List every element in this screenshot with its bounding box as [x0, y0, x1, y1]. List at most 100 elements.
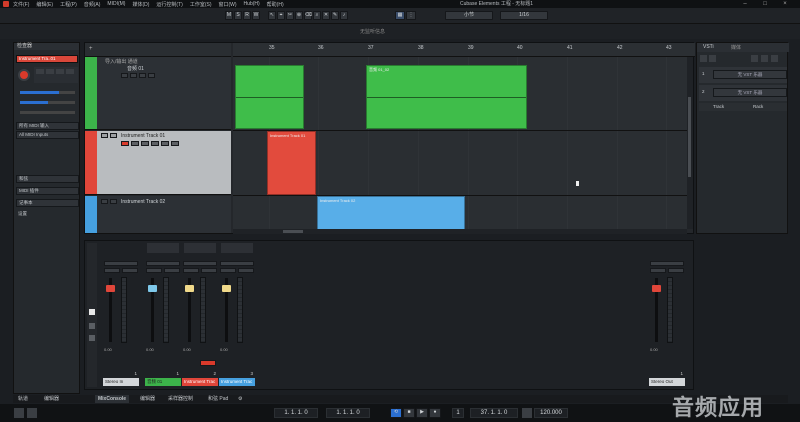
pointer-tool-icon[interactable]: ↖ — [268, 11, 276, 20]
read-icon[interactable] — [139, 73, 146, 78]
menu-media[interactable]: 媒体(D) — [132, 1, 149, 8]
midi-part[interactable]: Instrument Track 01 — [267, 131, 316, 195]
draw-tool-icon[interactable]: ✎ — [331, 11, 339, 20]
channel-name[interactable]: Instrument Trac — [182, 378, 218, 386]
tab-chord-pads[interactable]: 和弦 Pad — [205, 395, 231, 403]
gear-icon[interactable]: ⚙ — [235, 395, 245, 403]
mute-icon[interactable] — [36, 69, 44, 74]
read-icon[interactable] — [56, 69, 64, 74]
menu-file[interactable]: 文件(F) — [13, 1, 29, 8]
menu-help[interactable]: 帮助(H) — [267, 1, 284, 8]
tab-editor[interactable]: 编辑器 — [41, 395, 62, 403]
mute-icon[interactable] — [146, 268, 162, 273]
mute-icon[interactable] — [650, 268, 666, 273]
volume-fader[interactable] — [185, 285, 194, 292]
mute-mode-button[interactable]: M — [225, 11, 233, 20]
arrow-up-icon[interactable] — [751, 55, 758, 62]
solo-icon[interactable] — [130, 73, 137, 78]
vst-slot-row[interactable]: 2 无 VST 乐器 — [699, 85, 787, 101]
track-name[interactable]: Instrument Track 02 — [121, 199, 165, 205]
track-audio-01[interactable]: 导入/输出 通道 音频 01 — [85, 57, 231, 130]
inspector-tab[interactable]: 检查器 — [14, 43, 79, 50]
track-toggle[interactable]: Track — [713, 104, 724, 109]
search-icon[interactable] — [709, 55, 716, 62]
tab-tracks[interactable]: 轨道 — [15, 395, 31, 403]
solo-icon[interactable] — [668, 268, 684, 273]
arrow-down-icon[interactable] — [761, 55, 768, 62]
erase-tool-icon[interactable]: ⌫ — [304, 11, 312, 20]
channel-settings[interactable] — [183, 261, 217, 266]
channel-settings[interactable] — [650, 261, 684, 266]
channel-name[interactable]: Stereo In — [103, 378, 139, 386]
section-settings[interactable]: 设置 — [16, 211, 79, 219]
menu-transport[interactable]: 运行控制(T) — [156, 1, 182, 8]
menu-edit[interactable]: 编辑(E) — [36, 1, 53, 8]
solo-mode-button[interactable]: S — [234, 11, 242, 20]
solo-icon[interactable] — [110, 133, 117, 138]
tempo-display[interactable]: 120.000 — [534, 408, 568, 418]
solo-icon[interactable] — [201, 268, 217, 273]
mute-icon[interactable] — [101, 133, 108, 138]
mute-icon[interactable] — [121, 73, 128, 78]
zones-icon[interactable] — [89, 335, 95, 341]
vst-slot-button[interactable]: 无 VST 乐器 — [713, 70, 787, 79]
rack-toggle[interactable]: Rack — [753, 104, 763, 109]
stop-icon[interactable]: ■ — [403, 408, 415, 418]
tab-media[interactable]: 媒体 — [731, 44, 741, 51]
solo-icon[interactable] — [164, 268, 180, 273]
write-icon[interactable] — [148, 73, 155, 78]
channel-strip-stereo-in[interactable]: 0.00 1 Stereo In — [103, 243, 139, 387]
volume-fader[interactable] — [106, 285, 115, 292]
tempo-icon[interactable] — [522, 408, 532, 418]
track-name[interactable]: Instrument Track 01 — [121, 133, 165, 139]
track-instrument-01[interactable]: Instrument Track 01 — [85, 131, 231, 195]
solo-icon[interactable] — [46, 69, 54, 74]
channel-strip-instrument-02[interactable]: 0.00 3 Instrument Trac — [219, 243, 255, 387]
volume-fader[interactable] — [222, 285, 231, 292]
section-midi-inserts[interactable]: MIDI 插件 — [16, 187, 79, 195]
midi-input-select[interactable]: All MIDI Inputs — [16, 131, 79, 139]
menu-project[interactable]: 工程(P) — [60, 1, 77, 8]
audio-part[interactable] — [235, 65, 304, 129]
solo-icon[interactable] — [238, 268, 254, 273]
maximize-button[interactable]: □ — [760, 0, 770, 8]
glue-tool-icon[interactable]: ⊕ — [295, 11, 303, 20]
record-enable-icon[interactable] — [18, 69, 30, 81]
channel-settings[interactable] — [146, 261, 180, 266]
cycle-icon[interactable]: ⟲ — [390, 408, 402, 418]
delay-slider[interactable] — [20, 111, 75, 114]
ruler[interactable]: 35 36 37 38 39 40 41 42 43 — [233, 43, 695, 57]
mute-icon[interactable] — [183, 268, 199, 273]
record-icon[interactable]: ● — [429, 408, 441, 418]
record-enable-icon[interactable] — [121, 141, 129, 146]
menu-audio[interactable]: 音频(A) — [84, 1, 101, 8]
primary-time-display[interactable]: 37. 1. 1. 0 — [470, 408, 518, 418]
menu-hub[interactable]: Hub(H) — [244, 1, 260, 7]
solo-icon[interactable] — [110, 199, 117, 204]
split-tool-icon[interactable]: ✂ — [286, 11, 294, 20]
close-button[interactable]: × — [780, 0, 790, 8]
right-locator[interactable]: 1. 1. 1. 0 — [326, 408, 370, 418]
volume-fader[interactable] — [652, 285, 661, 292]
mute-tool-icon[interactable]: ✕ — [322, 11, 330, 20]
mute-icon[interactable] — [101, 199, 108, 204]
horizontal-scrollbar[interactable] — [233, 229, 687, 234]
gear-icon[interactable] — [771, 55, 778, 62]
menu-window[interactable]: 窗口(W) — [218, 1, 236, 8]
solo-icon[interactable] — [122, 268, 138, 273]
menu-midi[interactable]: MIDI(M) — [107, 1, 125, 7]
channel-name[interactable]: Instrument Trac — [219, 378, 255, 386]
snap-dropdown[interactable]: 小节 — [445, 11, 493, 20]
left-locator[interactable]: 1. 1. 1. 0 — [274, 408, 318, 418]
write-icon[interactable] — [151, 141, 159, 146]
write-mode-button[interactable]: W — [252, 11, 260, 20]
quantize-dropdown[interactable]: 1/16 — [500, 11, 548, 20]
play-icon[interactable]: ▶ — [416, 408, 428, 418]
vertical-scrollbar[interactable] — [687, 57, 693, 229]
mute-icon[interactable] — [220, 268, 236, 273]
read-icon[interactable] — [141, 141, 149, 146]
lower-zone-icon[interactable] — [27, 408, 37, 418]
add-track-icon[interactable]: + — [89, 46, 93, 52]
mute-icon[interactable] — [104, 268, 120, 273]
minimize-button[interactable]: – — [740, 0, 750, 8]
